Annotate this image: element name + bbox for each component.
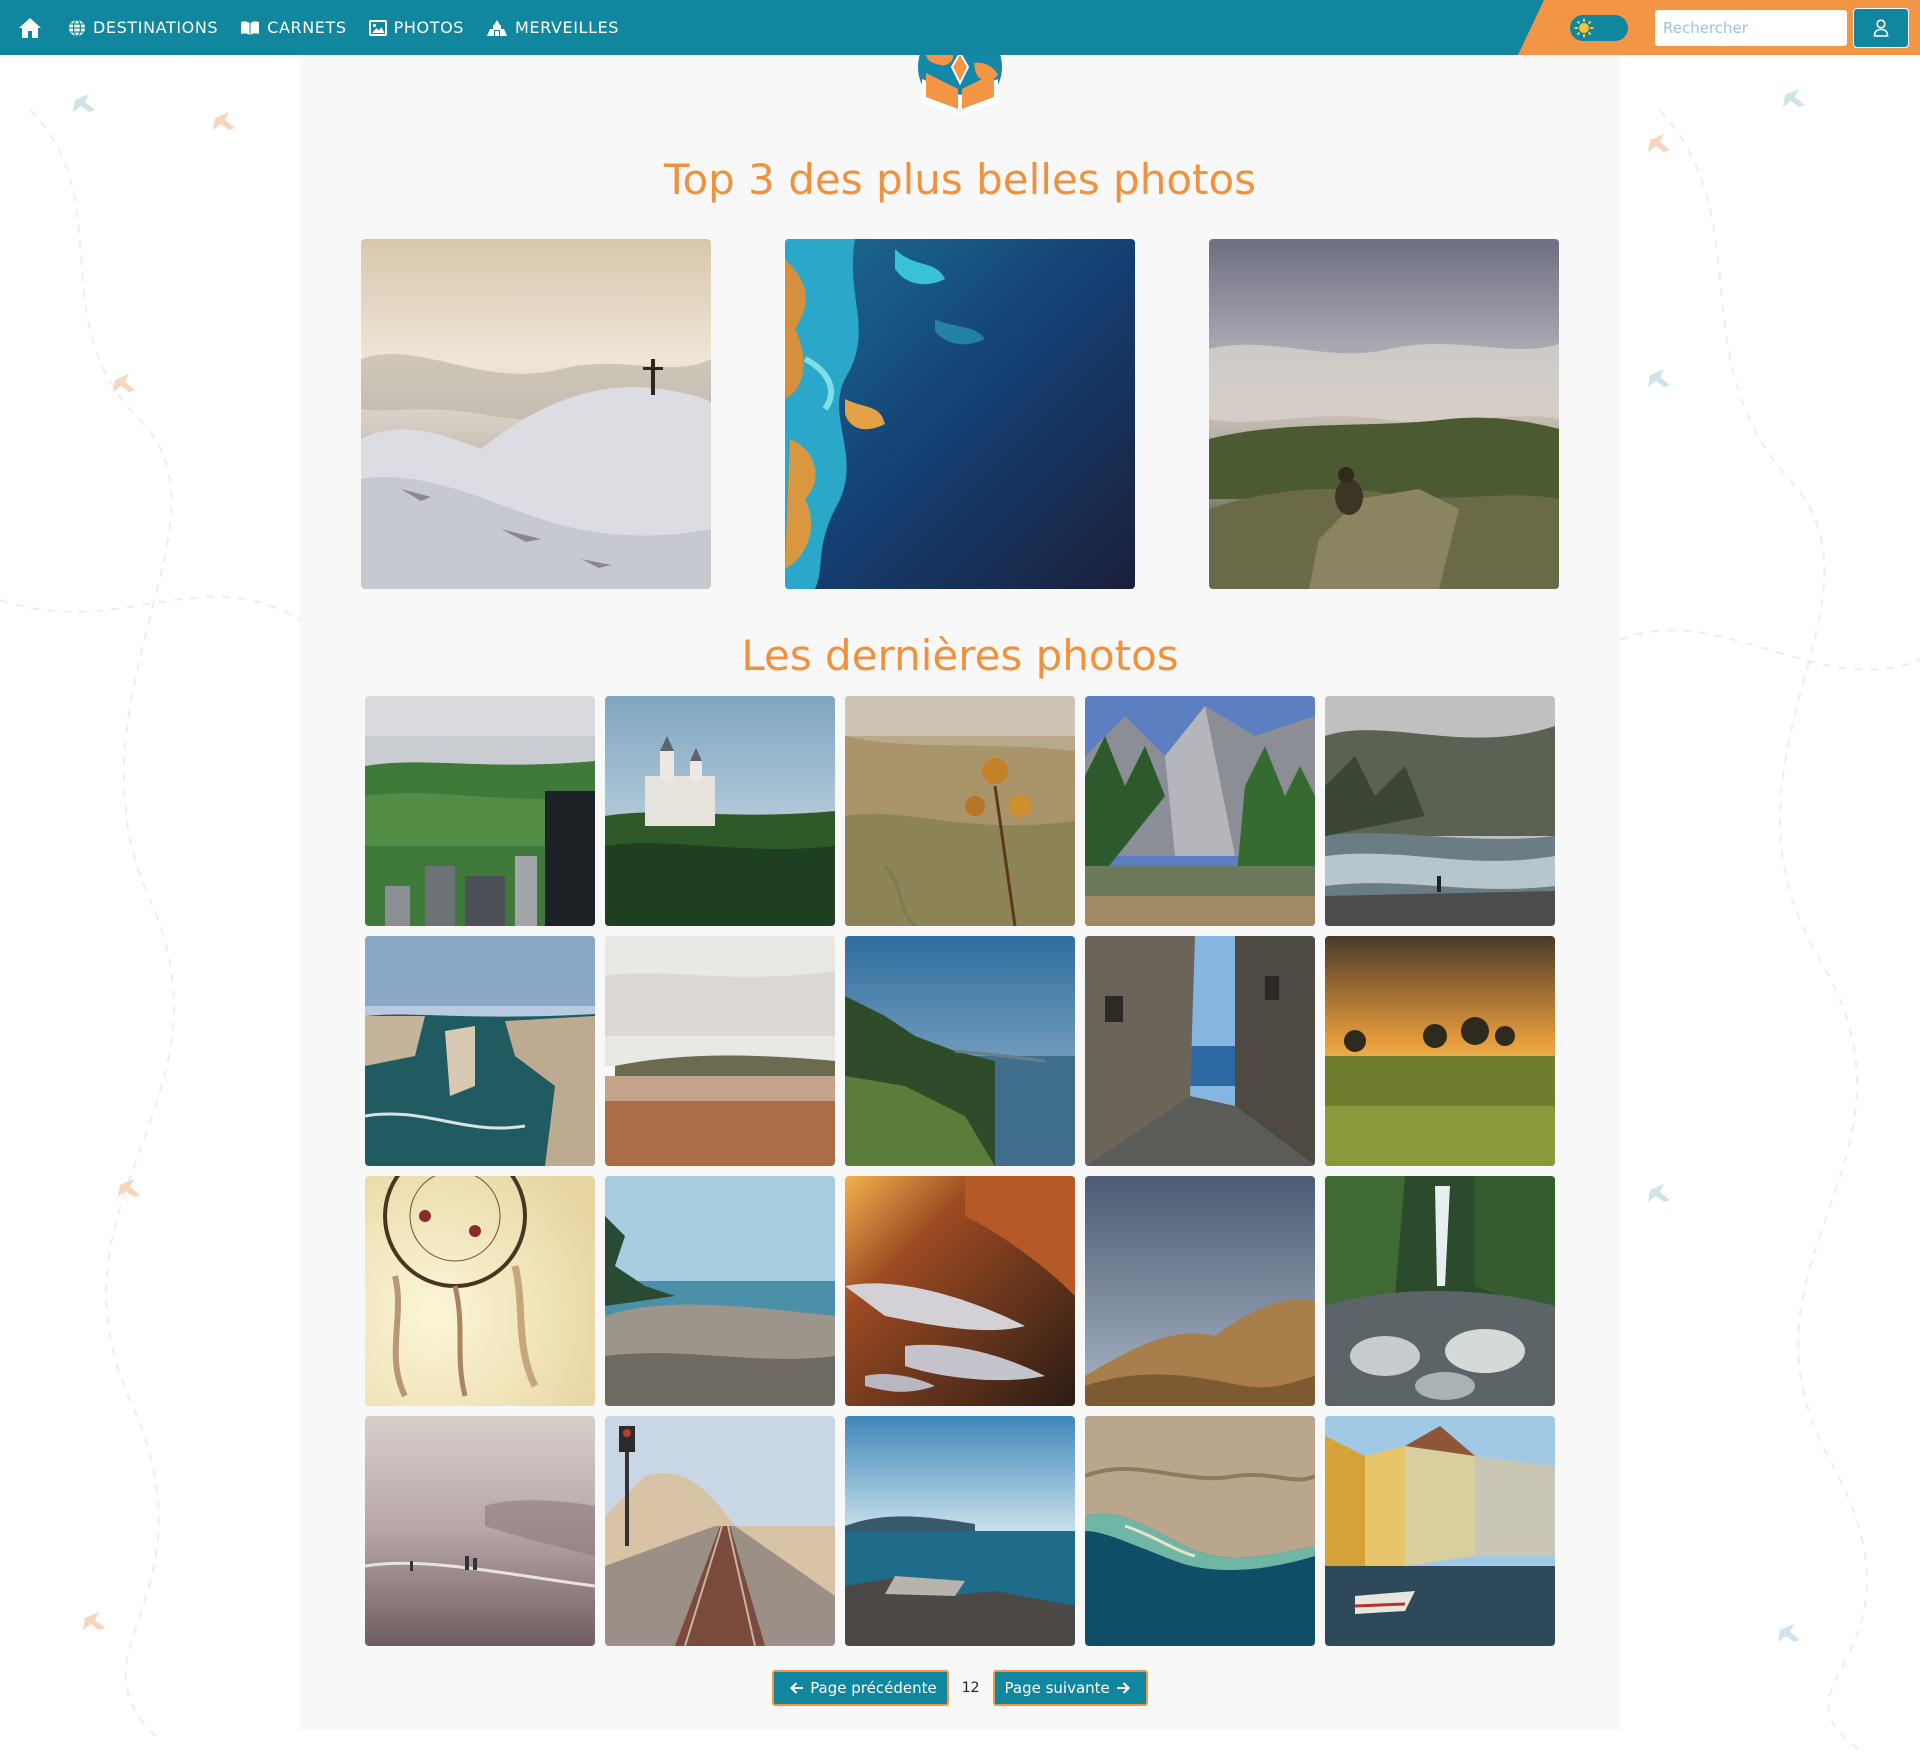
photo-canal-houses xyxy=(1325,1416,1555,1646)
previous-page-button[interactable]: Page précédente xyxy=(772,1670,949,1706)
nav-item-destinations[interactable]: DESTINATIONS xyxy=(68,18,218,37)
latest-photo-16[interactable] xyxy=(365,1416,595,1646)
photo-beach-horizon xyxy=(605,936,835,1166)
nav-item-carnets[interactable]: CARNETS xyxy=(240,18,346,37)
next-page-label: Page suivante xyxy=(1004,1679,1110,1697)
latest-photo-1[interactable] xyxy=(365,696,595,926)
latest-photo-19[interactable] xyxy=(1085,1416,1315,1646)
sun-icon xyxy=(1574,18,1594,38)
book-icon xyxy=(241,20,260,35)
latest-photo-13[interactable] xyxy=(845,1176,1075,1406)
photo-aerial-coast xyxy=(1085,1416,1315,1646)
photo-sunset-meadow xyxy=(1325,936,1555,1166)
photo-misty-beach xyxy=(365,1416,595,1646)
latest-photo-14[interactable] xyxy=(1085,1176,1315,1406)
photo-dreamcatcher xyxy=(365,1176,595,1406)
user-button[interactable] xyxy=(1853,8,1909,48)
photo-desert-hills xyxy=(1085,1176,1315,1406)
home-link[interactable] xyxy=(18,17,42,39)
photo-central-park xyxy=(365,696,595,926)
home-icon xyxy=(19,17,41,38)
photo-bay-rocks xyxy=(845,1416,1075,1646)
latest-photo-4[interactable] xyxy=(1085,696,1315,926)
latest-photo-12[interactable] xyxy=(605,1176,835,1406)
photo-snowy-summit xyxy=(361,239,711,589)
photo-misty-river xyxy=(1325,696,1555,926)
photo-coastal-mountains xyxy=(845,936,1075,1166)
latest-photo-3[interactable] xyxy=(845,696,1075,926)
photo-sunset-puddles xyxy=(845,1176,1075,1406)
nav-item-label: MERVEILLES xyxy=(515,18,620,37)
arrow-left-icon xyxy=(790,1682,804,1694)
photo-aerial-ocean xyxy=(785,239,1135,589)
nav-item-label: CARNETS xyxy=(267,18,347,37)
photo-thistle-valley xyxy=(845,696,1075,926)
photo-alley-sea xyxy=(1085,936,1315,1166)
latest-photo-5[interactable] xyxy=(1325,696,1555,926)
top-photo-2[interactable] xyxy=(785,239,1135,589)
latest-photo-20[interactable] xyxy=(1325,1416,1555,1646)
photo-railway xyxy=(605,1416,835,1646)
latest-photos-grid xyxy=(365,696,1555,1646)
latest-photos-title: Les dernières photos xyxy=(741,631,1179,680)
nav-item-label: DESTINATIONS xyxy=(93,18,219,37)
monument-icon xyxy=(487,19,508,36)
nav-item-merveilles[interactable]: MERVEILLES xyxy=(486,18,619,37)
top-photos-title: Top 3 des plus belles photos xyxy=(663,155,1257,204)
latest-photo-17[interactable] xyxy=(605,1416,835,1646)
image-icon xyxy=(368,19,387,36)
arrow-right-icon xyxy=(1116,1682,1130,1694)
latest-photo-10[interactable] xyxy=(1325,936,1555,1166)
latest-photo-11[interactable] xyxy=(365,1176,595,1406)
nav-links: DESTINATIONS CARNETS PHOTOS MERVEILLES xyxy=(18,0,641,55)
top-navbar: DESTINATIONS CARNETS PHOTOS MERVEILLES R… xyxy=(0,0,1920,55)
photo-waterfall xyxy=(1325,1176,1555,1406)
top-photo-3[interactable] xyxy=(1209,239,1559,589)
globe-icon xyxy=(69,18,85,37)
current-page-number: 12 xyxy=(961,1680,980,1696)
latest-photo-2[interactable] xyxy=(605,696,835,926)
theme-toggle[interactable] xyxy=(1570,15,1628,41)
latest-photo-9[interactable] xyxy=(1085,936,1315,1166)
next-page-button[interactable]: Page suivante xyxy=(992,1670,1148,1706)
latest-photo-15[interactable] xyxy=(1325,1176,1555,1406)
photo-sea-cliffs xyxy=(365,936,595,1166)
previous-page-label: Page précédente xyxy=(810,1679,937,1697)
main-content: Top 3 des plus belles photos Les dernièr… xyxy=(300,25,1620,1730)
latest-photo-8[interactable] xyxy=(845,936,1075,1166)
photo-pebble-beach xyxy=(605,1176,835,1406)
photo-castle xyxy=(605,696,835,926)
pagination: Page précédente 12 Page suivante xyxy=(300,1670,1620,1706)
latest-photo-18[interactable] xyxy=(845,1416,1075,1646)
latest-photo-6[interactable] xyxy=(365,936,595,1166)
top-photo-1[interactable] xyxy=(361,239,711,589)
nav-item-photos[interactable]: PHOTOS xyxy=(368,18,465,37)
user-icon xyxy=(1873,19,1889,37)
photo-yosemite xyxy=(1085,696,1315,926)
search-input[interactable] xyxy=(1655,10,1847,46)
photo-hiker-clouds xyxy=(1209,239,1559,589)
latest-photo-7[interactable] xyxy=(605,936,835,1166)
nav-item-label: PHOTOS xyxy=(393,18,465,37)
